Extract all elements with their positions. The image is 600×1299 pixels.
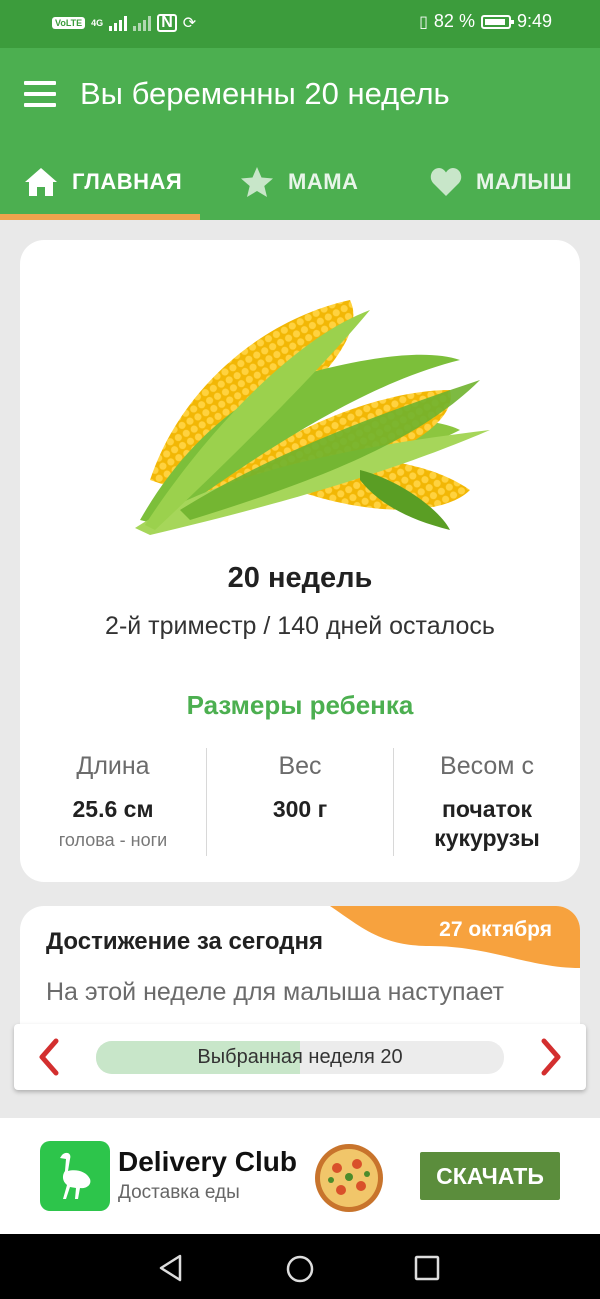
week-info-card: 20 недель 2-й триместр / 140 дней остало… — [20, 240, 580, 882]
ad-banner[interactable]: Delivery Club Доставка еды СКАЧАТЬ — [0, 1118, 600, 1234]
week-title: 20 недель — [227, 562, 373, 594]
corn-image — [135, 300, 490, 535]
trimester-info: 2-й триместр / 140 дней осталось — [105, 612, 495, 640]
tab-mama-label: МАМА — [288, 169, 359, 194]
pizza-image — [315, 1144, 383, 1212]
download-button[interactable]: СКАЧАТЬ — [420, 1152, 560, 1200]
signal-icon — [109, 15, 128, 31]
stat-length-label: Длина — [76, 752, 150, 780]
home-icon — [25, 168, 57, 196]
vibrate-icon: ▯ — [419, 13, 428, 31]
page-title: Вы беременны 20 недель — [80, 76, 450, 111]
tab-home-label: ГЛАВНАЯ — [72, 169, 183, 194]
home-nav-icon[interactable] — [285, 1254, 315, 1284]
battery-icon — [480, 14, 514, 29]
sync-icon: ⟳ — [182, 15, 197, 32]
baby-sizes-heading: Размеры ребенка — [186, 690, 414, 720]
tab-baby-label: МАЛЫШ — [476, 169, 573, 194]
back-icon[interactable] — [158, 1254, 184, 1282]
tab-bar: ГЛАВНАЯ МАМА МАЛЫШ — [0, 144, 600, 220]
stat-compare-label: Весом с — [440, 752, 534, 780]
tab-baby[interactable]: МАЛЫШ — [430, 144, 572, 220]
tab-mama[interactable]: МАМА — [240, 144, 358, 220]
ad-app-name: Delivery Club — [118, 1146, 297, 1177]
stat-length: Длина 25.6 см голова - ноги — [20, 752, 206, 851]
status-bar: VoLTE 4G N ⟳ ▯ 82 % 9:49 — [0, 0, 600, 48]
tab-home[interactable]: ГЛАВНАЯ — [24, 144, 182, 220]
achievement-text: На этой неделе для малыша наступает — [46, 978, 504, 1006]
prev-week-button[interactable] — [34, 1038, 64, 1076]
stat-compare: Весом с початок кукурузы — [394, 752, 580, 853]
stat-weight-value: 300 г — [272, 796, 328, 822]
star-icon — [241, 167, 273, 197]
ad-app-description: Доставка еды — [118, 1182, 240, 1203]
achievement-date: 27 октября — [439, 918, 552, 941]
heart-icon — [430, 168, 462, 196]
app-bar: Вы беременны 20 недель — [0, 48, 600, 144]
recents-icon[interactable] — [414, 1255, 440, 1281]
active-tab-indicator — [0, 214, 200, 220]
stat-compare-value: початок кукурузы — [434, 796, 540, 851]
menu-icon[interactable] — [24, 81, 56, 107]
battery-percent: 82 % — [433, 11, 475, 31]
stat-weight: Вес 300 г — [207, 752, 393, 824]
next-week-button[interactable] — [536, 1038, 566, 1076]
delivery-club-logo — [40, 1141, 110, 1211]
nfc-icon: N — [157, 14, 177, 32]
clock: 9:49 — [516, 11, 552, 31]
stat-length-sub: голова - ноги — [58, 830, 168, 850]
selected-week-label: Выбранная неделя 20 — [197, 1046, 403, 1068]
status-icons-left: VoLTE 4G N ⟳ — [52, 13, 196, 33]
week-navigator: Выбранная неделя 20 — [14, 1024, 586, 1090]
status-icons-right: ▯ 82 % 9:49 — [419, 11, 552, 32]
signal-icon-2 — [133, 15, 152, 31]
stat-weight-label: Вес — [278, 752, 322, 780]
week-progress-bar[interactable]: Выбранная неделя 20 — [96, 1041, 504, 1074]
volte-badge: VoLTE — [52, 17, 86, 29]
stat-length-value: 25.6 см — [72, 796, 154, 822]
achievement-title: Достижение за сегодня — [46, 928, 323, 955]
system-nav-bar — [0, 1234, 600, 1299]
network-type: 4G — [91, 18, 104, 28]
achievement-card[interactable]: 27 октября Достижение за сегодня На этой… — [20, 906, 580, 1026]
